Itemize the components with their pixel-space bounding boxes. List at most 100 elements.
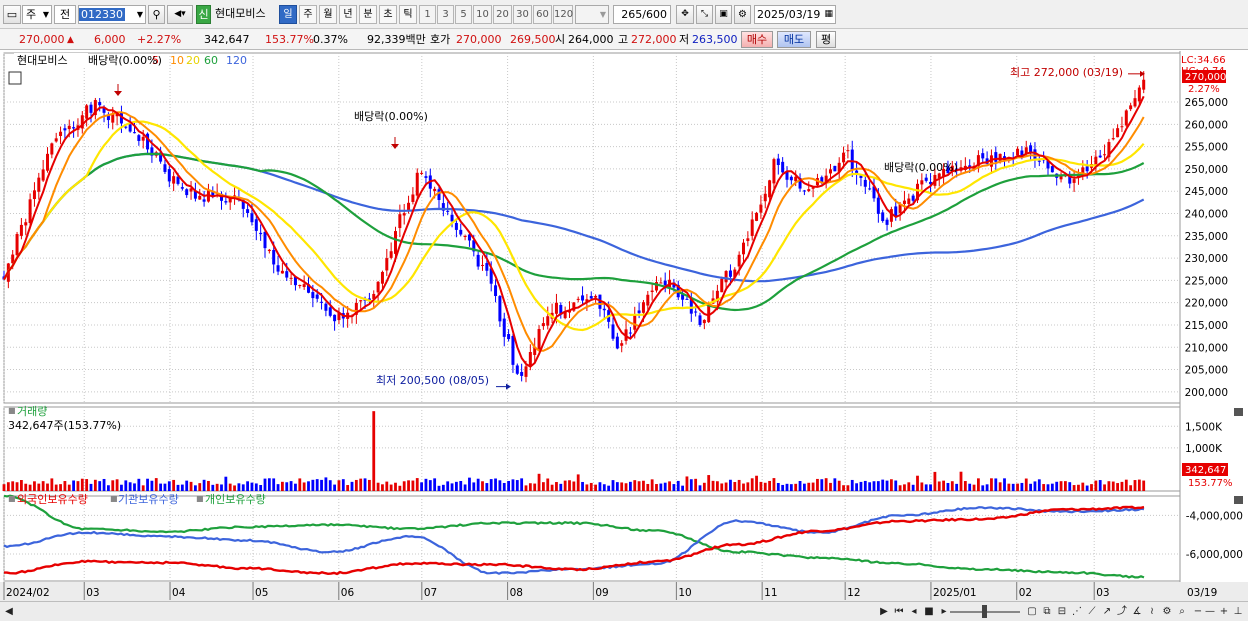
x-axis: 2024/02 03 04 05 06 07 08 09 10 11 12 2025/01 02 03 03… <box>0 582 1248 601</box>
interval-select[interactable]: ▼ <box>575 5 609 24</box>
scroll-right-icon[interactable]: ▶ <box>877 604 891 619</box>
volume-bar <box>1094 480 1098 491</box>
investor-tick: -4,000,000 <box>1186 510 1243 522</box>
volume-bar <box>433 478 437 491</box>
volume-bar <box>959 471 963 491</box>
zoom-out-icon[interactable]: ⤡ <box>696 5 713 24</box>
volume-bar <box>615 482 619 491</box>
period-week[interactable]: 주 <box>299 5 317 24</box>
interval-1[interactable]: 1 <box>419 5 436 24</box>
interval-5[interactable]: 5 <box>455 5 472 24</box>
pan-icon[interactable]: ⊥ <box>1231 604 1245 619</box>
draw-line-icon[interactable]: ⟋ <box>1085 604 1099 619</box>
volume-bar <box>276 484 280 491</box>
annotation-high: 최고 272,000 (03/19) <box>1010 66 1123 79</box>
volume-bar <box>755 475 758 491</box>
interval-3[interactable]: 3 <box>437 5 454 24</box>
first-page-icon[interactable]: ⏮ <box>892 604 906 619</box>
draw-fib-icon[interactable]: ⊟ <box>1055 604 1069 619</box>
volume-bar <box>846 485 850 491</box>
count-value: 265 <box>621 8 643 21</box>
pane-handle-icon[interactable]: ■ <box>110 494 118 503</box>
volume-bar <box>137 478 141 491</box>
volume-bar <box>589 482 593 491</box>
volume-bar <box>476 478 480 491</box>
volume-bar <box>254 483 258 491</box>
pane-handle-icon[interactable]: ■ <box>8 406 16 415</box>
interval-120[interactable]: 120 <box>553 5 573 24</box>
interval-30[interactable]: 30 <box>513 5 532 24</box>
date-input[interactable]: 2025/03/19 ▦ <box>754 5 836 24</box>
volume-bar <box>394 482 397 491</box>
candle-body <box>1016 148 1020 156</box>
grid-toggle-icon[interactable] <box>8 71 22 85</box>
save-icon[interactable]: ▣ <box>715 5 732 24</box>
price-tick: 260,000 <box>1185 119 1228 131</box>
code-input[interactable]: 012330 ▼ <box>78 5 146 24</box>
volume-bar <box>698 485 702 491</box>
buy-button[interactable]: 매수 <box>741 31 773 48</box>
volume-bar <box>924 484 928 491</box>
volume-bar <box>998 482 1002 491</box>
draw-curve-icon[interactable]: ≀ <box>1145 604 1159 619</box>
candle-body <box>333 314 337 322</box>
period-day[interactable]: 일 <box>279 5 297 24</box>
scroll-left-icon[interactable]: ◀ <box>2 604 16 619</box>
next-page-icon[interactable]: ▸ <box>937 604 951 619</box>
candle-body <box>285 271 289 278</box>
volume-bar <box>863 480 867 491</box>
interval-20[interactable]: 20 <box>493 5 512 24</box>
period-year[interactable]: 년 <box>339 5 357 24</box>
search-icon[interactable]: ⚲ <box>148 5 165 24</box>
market-select[interactable]: 주 ▼ <box>22 5 52 24</box>
interval-60[interactable]: 60 <box>533 5 552 24</box>
stop-icon[interactable]: ■ <box>922 604 936 619</box>
draw-angle-icon[interactable]: ∡ <box>1130 604 1144 619</box>
volume-bar <box>215 483 219 491</box>
magnify-icon[interactable]: ⌕ <box>1175 604 1189 619</box>
candle-body <box>1037 160 1041 162</box>
count-input[interactable]: 265/600 <box>613 5 671 24</box>
interval-10[interactable]: 10 <box>473 5 492 24</box>
candle-body <box>32 190 36 200</box>
draw-arrow-icon[interactable]: ⤴ <box>1115 604 1129 619</box>
investor-tick: -6,000,000 <box>1186 549 1243 561</box>
volume-bar <box>72 480 75 491</box>
candle-body <box>394 231 397 254</box>
zoom-slider-thumb[interactable] <box>982 605 987 618</box>
draw-channel-icon[interactable]: ⋰ <box>1070 604 1084 619</box>
zoom-plus-icon[interactable]: + <box>1217 604 1231 619</box>
candle-body <box>611 324 615 339</box>
volume-bar <box>185 480 189 491</box>
volume-bar <box>241 484 245 491</box>
pane-handle-icon[interactable]: ■ <box>196 494 204 503</box>
draw-trend-icon[interactable]: ↗ <box>1100 604 1114 619</box>
prev-page-icon[interactable]: ◂ <box>907 604 921 619</box>
speaker-icon[interactable]: ◀▾ <box>167 5 193 24</box>
pane-close-icon[interactable] <box>1234 496 1243 504</box>
volume-bar <box>637 481 641 491</box>
layout-icon[interactable]: ▭ <box>3 5 21 24</box>
candle-body <box>524 366 528 377</box>
crosshair-icon[interactable]: ✥ <box>676 5 694 24</box>
candle-body <box>481 264 484 266</box>
period-month[interactable]: 월 <box>319 5 337 24</box>
gear-icon[interactable]: ⚙ <box>734 5 751 24</box>
period-second[interactable]: 초 <box>379 5 397 24</box>
draw-gear-icon[interactable]: ⚙ <box>1160 604 1174 619</box>
draw-box-icon[interactable]: ⧉ <box>1040 604 1054 619</box>
bottom-scrollbar[interactable]: ◀ ▶ ⏮ ◂ ■ ▸ ▢ ⧉ ⊟ ⋰ ⟋ ↗ ⤴ ∡ ≀ ⚙ ⌕ − — + … <box>0 601 1248 621</box>
draw-rect-icon[interactable]: ▢ <box>1025 604 1039 619</box>
volume-bar <box>824 478 828 491</box>
price-tick: 240,000 <box>1185 209 1228 221</box>
sell-button[interactable]: 매도 <box>777 31 811 48</box>
eval-button[interactable]: 평 <box>816 31 836 48</box>
candle-body <box>433 188 437 192</box>
zoom-minus2-icon[interactable]: — <box>1203 604 1217 619</box>
period-minute[interactable]: 분 <box>359 5 377 24</box>
stock-chart[interactable]: 200,000 205,000 210,000 215,000 220,000 225,0… <box>0 51 1248 601</box>
pane-handle-icon[interactable]: ■ <box>8 494 16 503</box>
jeon-button[interactable]: 전 <box>54 5 76 24</box>
period-tick[interactable]: 틱 <box>399 5 417 24</box>
pane-close-icon[interactable] <box>1234 408 1243 416</box>
